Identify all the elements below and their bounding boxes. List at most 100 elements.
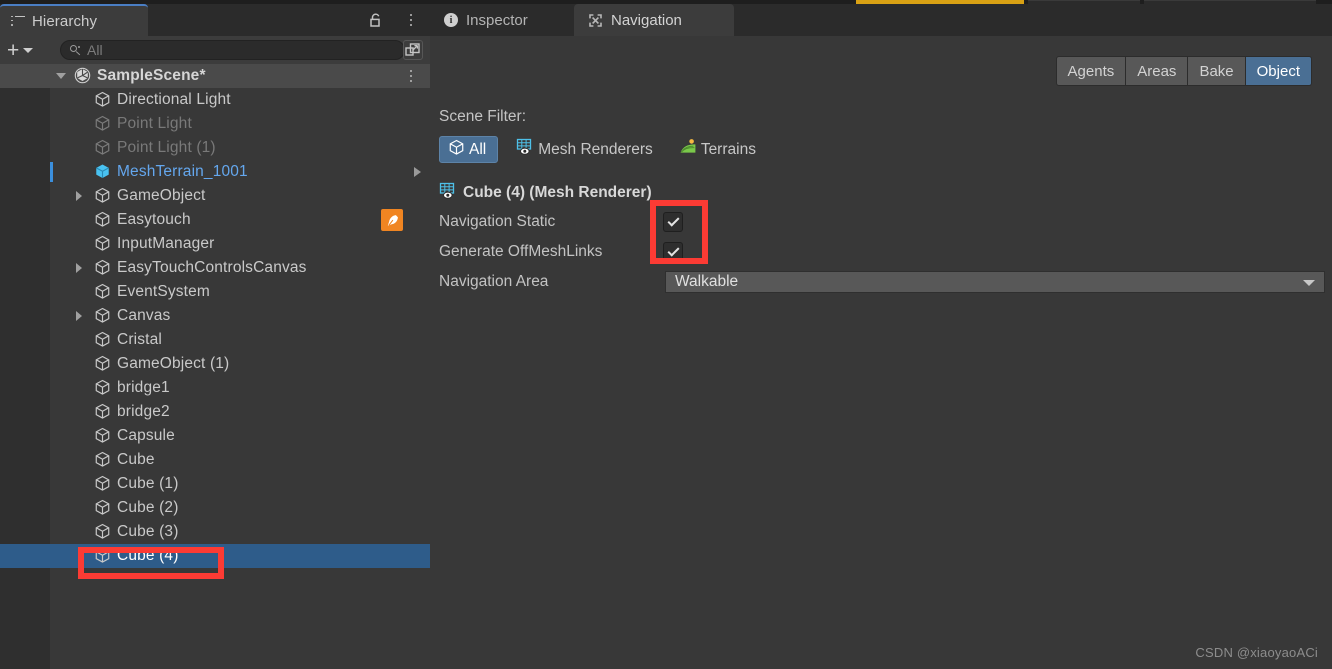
tab-hierarchy[interactable]: Hierarchy — [0, 4, 148, 36]
navigation-static-checkbox[interactable] — [663, 212, 683, 232]
chevron-down-icon[interactable] — [56, 73, 66, 79]
hierarchy-item-label: InputManager — [117, 235, 215, 252]
hierarchy-item-canvas[interactable]: Canvas — [0, 304, 430, 328]
navigation-icon — [588, 13, 603, 28]
hierarchy-item-label: Cube (4) — [117, 547, 179, 564]
tab-inspector[interactable]: Inspector — [430, 4, 574, 36]
chevron-right-icon[interactable] — [76, 263, 82, 273]
gameobject-cube-icon — [94, 259, 111, 276]
gameobject-cube-icon — [94, 451, 111, 468]
hierarchy-item-inputmanager[interactable]: InputManager — [0, 232, 430, 256]
gameobject-cube-icon — [94, 379, 111, 396]
chevron-down-icon — [1303, 280, 1315, 286]
gameobject-cube-icon — [94, 523, 111, 540]
terrain-icon — [679, 138, 698, 161]
gameobject-cube-icon — [94, 547, 111, 564]
hierarchy-search-placeholder: All — [87, 42, 103, 58]
hierarchy-scene-row[interactable]: SampleScene* — [0, 64, 430, 88]
hierarchy-item-gameobject[interactable]: GameObject — [0, 184, 430, 208]
unity-scene-icon — [74, 67, 91, 84]
plus-icon: + — [7, 38, 20, 62]
hierarchy-item-easytouchcontrolscanvas[interactable]: EasyTouchControlsCanvas — [0, 256, 430, 280]
hierarchy-kebab-menu-icon[interactable] — [404, 12, 418, 28]
watermark-text: CSDN @xiaoyaoACi — [1195, 645, 1318, 660]
hierarchy-item-gameobject-1[interactable]: GameObject (1) — [0, 352, 430, 376]
property-navigation-area: Navigation Area — [439, 270, 548, 294]
cube-icon — [448, 139, 465, 161]
hierarchy-item-bridge1[interactable]: bridge1 — [0, 376, 430, 400]
hierarchy-item-cube-1[interactable]: Cube (1) — [0, 472, 430, 496]
tab-object[interactable]: Object — [1245, 56, 1312, 86]
open-in-new-icon[interactable] — [403, 40, 423, 60]
hierarchy-item-label: Cristal — [117, 331, 162, 348]
hierarchy-item-eventsystem[interactable]: EventSystem — [0, 280, 430, 304]
scene-filter-group[interactable]: All Mesh Renderers Terrains — [439, 136, 756, 163]
tab-hierarchy-label: Hierarchy — [32, 12, 98, 30]
gameobject-cube-icon — [94, 475, 111, 492]
hierarchy-search-input[interactable]: All — [60, 40, 405, 60]
hierarchy-item-label: Point Light (1) — [117, 139, 216, 156]
check-icon — [666, 244, 680, 257]
gameobject-cube-icon — [94, 283, 111, 300]
filter-mesh-renderers-button[interactable]: Mesh Renderers — [516, 136, 653, 163]
prefab-cube-icon — [94, 163, 111, 180]
hierarchy-item-point-light-1[interactable]: Point Light (1) — [0, 136, 430, 160]
hierarchy-item-cube[interactable]: Cube — [0, 448, 430, 472]
tab-areas[interactable]: Areas — [1126, 56, 1189, 86]
selection-marker — [50, 162, 53, 182]
hierarchy-item-capsule[interactable]: Capsule — [0, 424, 430, 448]
chevron-right-icon[interactable] — [76, 311, 82, 321]
hierarchy-item-directional-light[interactable]: Directional Light — [0, 88, 430, 112]
filter-terrains-button[interactable]: Terrains — [679, 136, 756, 163]
hierarchy-item-cube-2[interactable]: Cube (2) — [0, 496, 430, 520]
hierarchy-item-label: Cube (2) — [117, 499, 179, 516]
unlock-icon[interactable] — [369, 12, 384, 28]
generate-offmeshlinks-checkbox[interactable] — [663, 242, 683, 262]
tab-navigation[interactable]: Navigation — [574, 4, 734, 36]
generate-offmeshlinks-label: Generate OffMeshLinks — [439, 243, 603, 260]
scene-kebab-menu-icon[interactable] — [404, 68, 418, 84]
hierarchy-item-label: EventSystem — [117, 283, 210, 300]
gameobject-cube-icon — [94, 499, 111, 516]
chevron-right-icon[interactable] — [414, 167, 421, 177]
add-gameobject-button[interactable]: + — [2, 39, 48, 61]
inspector-panel: Inspector Navigation — [430, 4, 1332, 669]
navigation-mode-tabs[interactable]: Agents Areas Bake Object — [1055, 56, 1312, 86]
hierarchy-item-bridge2[interactable]: bridge2 — [0, 400, 430, 424]
hierarchy-item-cristal[interactable]: Cristal — [0, 328, 430, 352]
gameobject-cube-icon — [94, 355, 111, 372]
hierarchy-toolbar: + All — [0, 36, 430, 64]
tab-bake[interactable]: Bake — [1188, 56, 1246, 86]
navigation-area-dropdown[interactable]: Walkable — [665, 271, 1325, 293]
navigation-area-label: Navigation Area — [439, 273, 549, 290]
hierarchy-item-label: Directional Light — [117, 91, 231, 108]
gameobject-cube-icon — [94, 91, 111, 108]
scene-filter-label: Scene Filter: — [439, 108, 527, 125]
hierarchy-tree[interactable]: SampleScene* Directional Light Point Ligh… — [0, 64, 430, 669]
gameobject-cube-icon — [94, 403, 111, 420]
mesh-renderer-icon — [516, 138, 535, 161]
filter-all-label: All — [469, 140, 487, 158]
tab-navigation-label: Navigation — [611, 11, 682, 29]
chevron-right-icon[interactable] — [76, 191, 82, 201]
property-navigation-static: Navigation Static — [439, 210, 555, 234]
hierarchy-item-label: Point Light — [117, 115, 192, 132]
hierarchy-item-label: Capsule — [117, 427, 175, 444]
hierarchy-panel: Hierarchy + All SampleScene* Directional… — [0, 4, 430, 669]
hierarchy-item-label: bridge1 — [117, 379, 170, 396]
gameobject-cube-icon — [94, 139, 111, 156]
info-icon — [444, 13, 458, 27]
selected-object-label: Cube (4) (Mesh Renderer) — [463, 184, 652, 201]
hierarchy-item-point-light[interactable]: Point Light — [0, 112, 430, 136]
tab-agents[interactable]: Agents — [1055, 56, 1127, 86]
tab-inspector-label: Inspector — [466, 11, 528, 29]
hierarchy-item-label: Cube — [117, 451, 155, 468]
hierarchy-item-cube-4[interactable]: Cube (4) — [0, 544, 430, 568]
hierarchy-item-cube-3[interactable]: Cube (3) — [0, 520, 430, 544]
hierarchy-tabbar: Hierarchy — [0, 4, 430, 36]
filter-all-button[interactable]: All — [439, 136, 499, 163]
hierarchy-item-meshterrain-1001[interactable]: MeshTerrain_1001 — [0, 160, 430, 184]
property-generate-offmeshlinks: Generate OffMeshLinks — [439, 240, 602, 264]
hierarchy-item-easytouch[interactable]: Easytouch — [0, 208, 430, 232]
filter-terrains-label: Terrains — [700, 140, 756, 158]
